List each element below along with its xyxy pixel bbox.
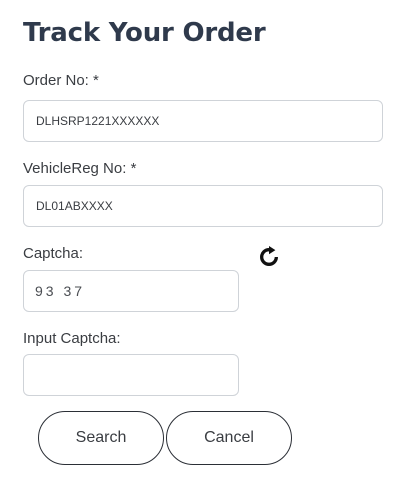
captcha-code: 93 37 — [35, 283, 86, 299]
order-no-input[interactable] — [23, 100, 383, 142]
vehicle-reg-input[interactable] — [23, 185, 383, 227]
cancel-button[interactable]: Cancel — [166, 411, 292, 465]
captcha-label: Captcha: — [23, 245, 84, 262]
order-no-label: Order No: * — [23, 72, 99, 89]
input-captcha-label: Input Captcha: — [23, 330, 121, 347]
page-title: Track Your Order — [23, 18, 266, 48]
search-button[interactable]: Search — [38, 411, 164, 465]
refresh-icon[interactable] — [258, 246, 280, 268]
captcha-display: 93 37 — [23, 270, 239, 312]
input-captcha-field[interactable] — [23, 354, 239, 396]
vehicle-reg-label: VehicleReg No: * — [23, 160, 137, 177]
